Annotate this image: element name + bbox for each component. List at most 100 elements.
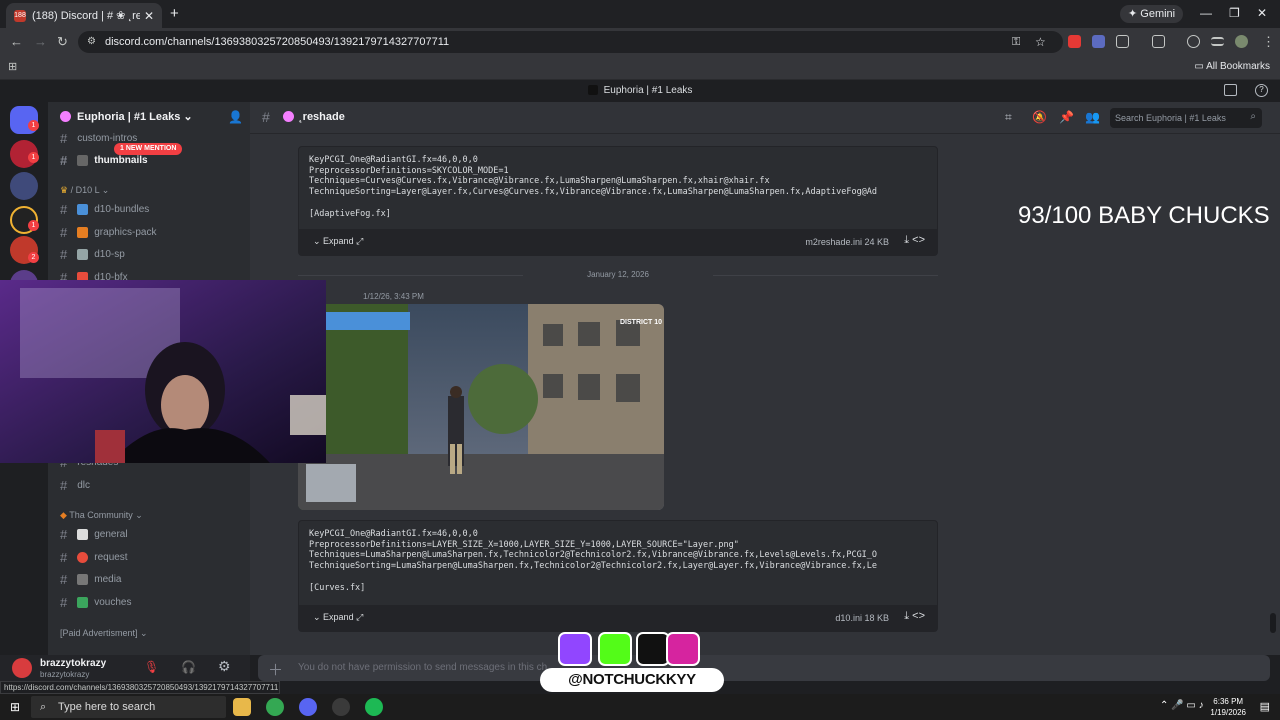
member-list-icon[interactable]: 👥: [1085, 110, 1100, 124]
server-name[interactable]: Euphoria | #1 Leaks ⌄: [77, 110, 193, 123]
notification-bell-icon[interactable]: 🔕: [1032, 110, 1047, 124]
category-community[interactable]: ◆ Tha Community ⌄: [60, 510, 143, 521]
channel-label: d10-bundles: [94, 203, 150, 215]
extension-red-icon[interactable]: [1068, 35, 1081, 48]
hud-district-label: DISTRICT 10: [620, 319, 662, 326]
download-icon[interactable]: ⤓: [904, 234, 909, 246]
link-hover-status: https://discord.com/channels/13693803257…: [0, 681, 280, 694]
notification-center-icon[interactable]: ▤: [1260, 700, 1270, 713]
add-attachment-icon[interactable]: ＋: [268, 659, 283, 680]
clock-time: 6:36 PM: [1213, 697, 1244, 706]
gemini-button[interactable]: ✦ Gemini: [1120, 5, 1184, 23]
text-file-attachment[interactable]: KeyPCGI_One@RadiantGI.fx=46,0,0,0 Prepro…: [298, 146, 938, 256]
url-bar[interactable]: ⚙ discord.com/channels/13693803257208504…: [78, 31, 1063, 53]
file-size: 24 KB: [864, 237, 889, 247]
media-list-icon[interactable]: [1211, 37, 1224, 46]
password-key-icon[interactable]: ⚿: [1012, 31, 1020, 53]
spotify-icon[interactable]: [365, 698, 383, 716]
channel-label: thumbnails: [94, 154, 148, 166]
expand-button[interactable]: ⌄ Expand ⤢: [313, 236, 363, 247]
file-size: 18 KB: [864, 613, 889, 623]
download-icon[interactable]: ⤓: [904, 610, 909, 622]
channel-vouches[interactable]: # vouches: [60, 592, 131, 612]
back-icon[interactable]: ←: [10, 34, 23, 49]
channel-thumbnails[interactable]: # thumbnails: [60, 150, 148, 170]
tray-icons[interactable]: ⌃ 🎤 ▭ ♪: [1160, 700, 1204, 711]
restore-icon[interactable]: ❐: [1229, 6, 1240, 20]
taskbar-search-input[interactable]: ⌕ Type here to search: [31, 696, 226, 718]
scrollbar[interactable]: [1270, 613, 1276, 633]
obs-icon[interactable]: [332, 698, 350, 716]
channel-label: custom-intros: [77, 132, 138, 144]
headphones-icon[interactable]: 🎧: [181, 660, 196, 674]
server-icon[interactable]: [10, 172, 38, 200]
cast-icon[interactable]: [1152, 35, 1165, 48]
threads-icon[interactable]: ⌗: [1005, 110, 1012, 125]
social-handle: @NOTCHUCKKYY: [540, 668, 724, 692]
site-info-icon[interactable]: ⚙: [87, 31, 96, 53]
file-name-size: m2reshade.ini 24 KB: [805, 237, 889, 247]
channel-d10-bundles[interactable]: # d10-bundles: [60, 199, 149, 219]
category-d10[interactable]: ♛ / D10 L ⌄: [60, 185, 109, 196]
new-tab-button[interactable]: +: [170, 5, 179, 22]
social-media-overlay: @NOTCHUCKKYY: [540, 630, 724, 694]
pin-icon[interactable]: 📌: [1059, 110, 1074, 124]
forward-icon[interactable]: →: [34, 34, 47, 49]
extension-shield-icon[interactable]: [1092, 35, 1105, 48]
apps-grid-icon[interactable]: ⊞: [8, 60, 17, 73]
settings-gear-icon[interactable]: ⚙: [218, 658, 231, 675]
inbox-icon[interactable]: [1224, 84, 1237, 96]
channel-request[interactable]: # request: [60, 547, 128, 567]
channel-dlc[interactable]: # dlc: [60, 475, 90, 495]
taskbar-clock[interactable]: 6:36 PM 1/19/2026: [1210, 696, 1246, 718]
add-member-icon[interactable]: 👤: [228, 110, 243, 124]
chevron-down-icon: ⌄: [183, 111, 193, 123]
channel-d10-sp[interactable]: # d10-sp: [60, 244, 125, 264]
channel-label: d10-sp: [94, 248, 125, 260]
screenshot-image[interactable]: DISTRICT 10: [298, 304, 664, 510]
hash-icon: #: [60, 201, 68, 217]
expand-button[interactable]: ⌄ Expand ⤢: [313, 612, 363, 623]
channel-header: # ˛reshade ⌗ 🔕 📌 👥 Search Euphoria | #1 …: [250, 102, 1280, 134]
message-composer[interactable]: ＋ You do not have permission to send mes…: [258, 655, 1270, 681]
bookmark-star-icon[interactable]: ☆: [1035, 31, 1046, 53]
avatar[interactable]: [12, 658, 32, 678]
close-window-icon[interactable]: ✕: [1257, 6, 1267, 20]
minimize-icon[interactable]: —: [1200, 6, 1212, 20]
profile-avatar-icon[interactable]: [1235, 35, 1248, 48]
search-input[interactable]: Search Euphoria | #1 Leaks ⌕: [1110, 108, 1262, 128]
code-view-icon[interactable]: <>: [912, 234, 925, 246]
server-logo-icon: [60, 111, 71, 122]
help-icon[interactable]: ?: [1255, 84, 1268, 97]
browser-tab[interactable]: 188 (188) Discord | # ❀ ˛reshade | E ✕: [6, 3, 162, 28]
target-emoji-icon: [77, 551, 89, 563]
channel-media[interactable]: # media: [60, 569, 121, 589]
close-tab-icon[interactable]: ✕: [144, 9, 154, 23]
channel-emoji-icon: [77, 226, 89, 238]
channel-graphics-pack[interactable]: # graphics-pack: [60, 222, 157, 242]
windows-start-icon[interactable]: ⊞: [10, 700, 20, 714]
channel-label: media: [94, 573, 122, 585]
fullscreen-icon: ⤢: [356, 612, 364, 622]
discord-window-title: Euphoria | #1 Leaks ?: [0, 80, 1280, 102]
chrome-icon[interactable]: [266, 698, 284, 716]
reload-icon[interactable]: ↻: [57, 34, 68, 50]
download-icon[interactable]: [1187, 35, 1200, 48]
hash-icon: #: [262, 109, 270, 125]
text-file-attachment[interactable]: KeyPCGI_One@RadiantGI.fx=46,0,0,0 Prepro…: [298, 520, 938, 632]
all-bookmarks-button[interactable]: ▭ All Bookmarks: [1194, 61, 1270, 72]
discord-taskbar-icon[interactable]: [299, 698, 317, 716]
all-bookmarks-label: All Bookmarks: [1206, 61, 1270, 72]
channel-general[interactable]: # general: [60, 524, 128, 544]
file-explorer-icon[interactable]: [233, 698, 251, 716]
mute-microphone-icon[interactable]: 🎙: [144, 660, 159, 674]
speaker-emoji-icon: [77, 248, 89, 260]
category-paid-advertisement[interactable]: [Paid Advertisment] ⌄: [60, 628, 148, 639]
extensions-puzzle-icon[interactable]: [1116, 35, 1129, 48]
browser-menu-icon[interactable]: ⋮: [1262, 34, 1275, 50]
hash-icon: #: [60, 130, 68, 146]
game-scene: DISTRICT 10: [298, 304, 664, 510]
file-actions: ⤓ <>: [904, 610, 925, 623]
code-view-icon[interactable]: <>: [912, 610, 925, 622]
user-display-name[interactable]: brazzytokrazy: [40, 658, 106, 669]
